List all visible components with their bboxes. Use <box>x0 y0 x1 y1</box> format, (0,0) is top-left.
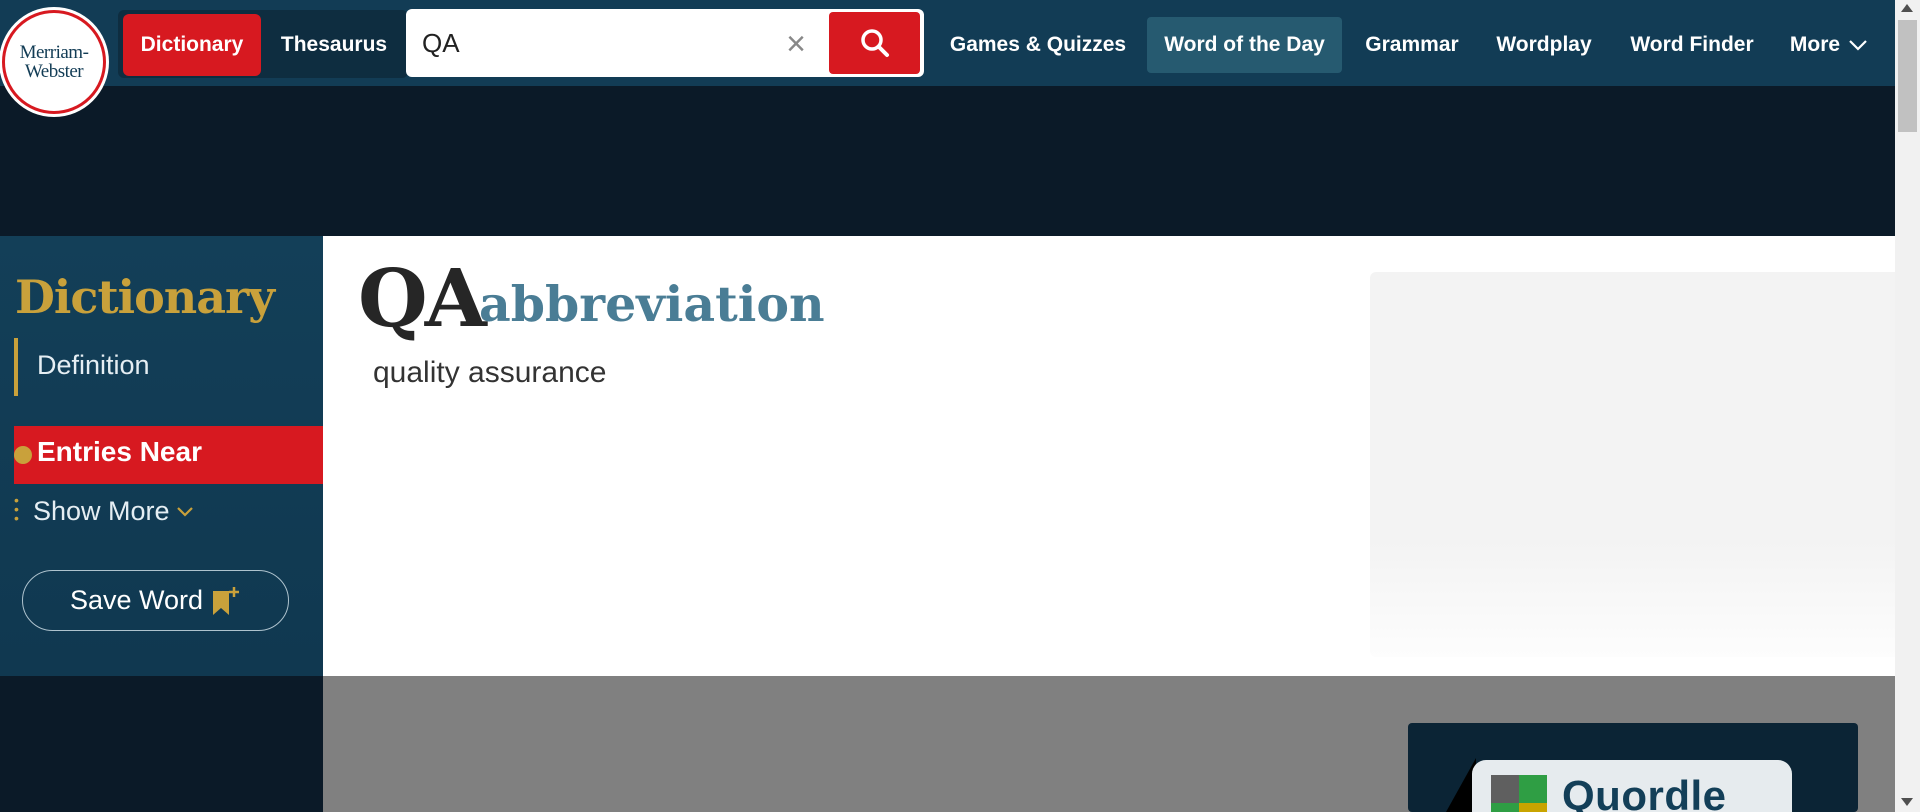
clear-search-icon[interactable]: × <box>780 26 812 62</box>
entries-near-label[interactable]: Entries Near <box>37 436 202 468</box>
save-word-label: Save Word <box>69 585 204 615</box>
save-word-button[interactable]: Save Word <box>22 570 289 631</box>
merriam-webster-logo[interactable]: Merriam- Webster <box>2 10 106 114</box>
nav-games-quizzes[interactable]: Games & Quizzes <box>943 17 1133 73</box>
right-ad-placeholder <box>1370 272 1895 657</box>
dictionary-tab-button[interactable]: Dictionary <box>123 14 261 76</box>
scrollbar-thumb[interactable] <box>1898 20 1917 132</box>
nav-more[interactable]: More <box>1779 17 1879 73</box>
nav-more-label: More <box>1789 33 1841 56</box>
nav-word-of-the-day[interactable]: Word of the Day <box>1147 17 1342 73</box>
search-icon <box>860 29 889 57</box>
nav-grammar[interactable]: Grammar <box>1355 17 1469 73</box>
top-ad-area <box>0 86 1895 236</box>
headword: QA <box>358 251 487 345</box>
search-input[interactable] <box>422 18 772 68</box>
bookmark-plus-icon <box>213 586 240 615</box>
sidebar-item-definition[interactable]: Definition <box>37 350 150 381</box>
nav-word-finder[interactable]: Word Finder <box>1617 17 1767 73</box>
entries-near-dot-icon <box>14 446 32 464</box>
scroll-up-arrow-icon[interactable] <box>1901 4 1913 12</box>
chevron-down-icon <box>176 506 193 517</box>
nav-wordplay[interactable]: Wordplay <box>1482 17 1606 73</box>
logo-text-line1: Merriam- <box>19 42 89 63</box>
logo-text-line2: Webster <box>24 61 84 82</box>
quordle-grid-icon <box>1491 775 1547 812</box>
quordle-title: Quordle <box>1562 772 1727 812</box>
search-button[interactable] <box>829 12 920 74</box>
sidebar-active-indicator <box>14 338 18 396</box>
definition-text: quality assurance <box>373 356 607 389</box>
show-more-label: Show More <box>33 496 170 526</box>
chevron-down-icon <box>1849 40 1867 51</box>
vertical-dots-icon: • • • <box>14 492 19 526</box>
part-of-speech[interactable]: abbreviation <box>479 274 825 334</box>
scroll-down-arrow-icon[interactable] <box>1901 798 1913 806</box>
sidebar-title: Dictionary <box>15 270 275 324</box>
show-more-button[interactable]: Show More <box>33 496 194 527</box>
thesaurus-tab-button[interactable]: Thesaurus <box>264 14 404 76</box>
bottom-left-area <box>0 676 323 812</box>
